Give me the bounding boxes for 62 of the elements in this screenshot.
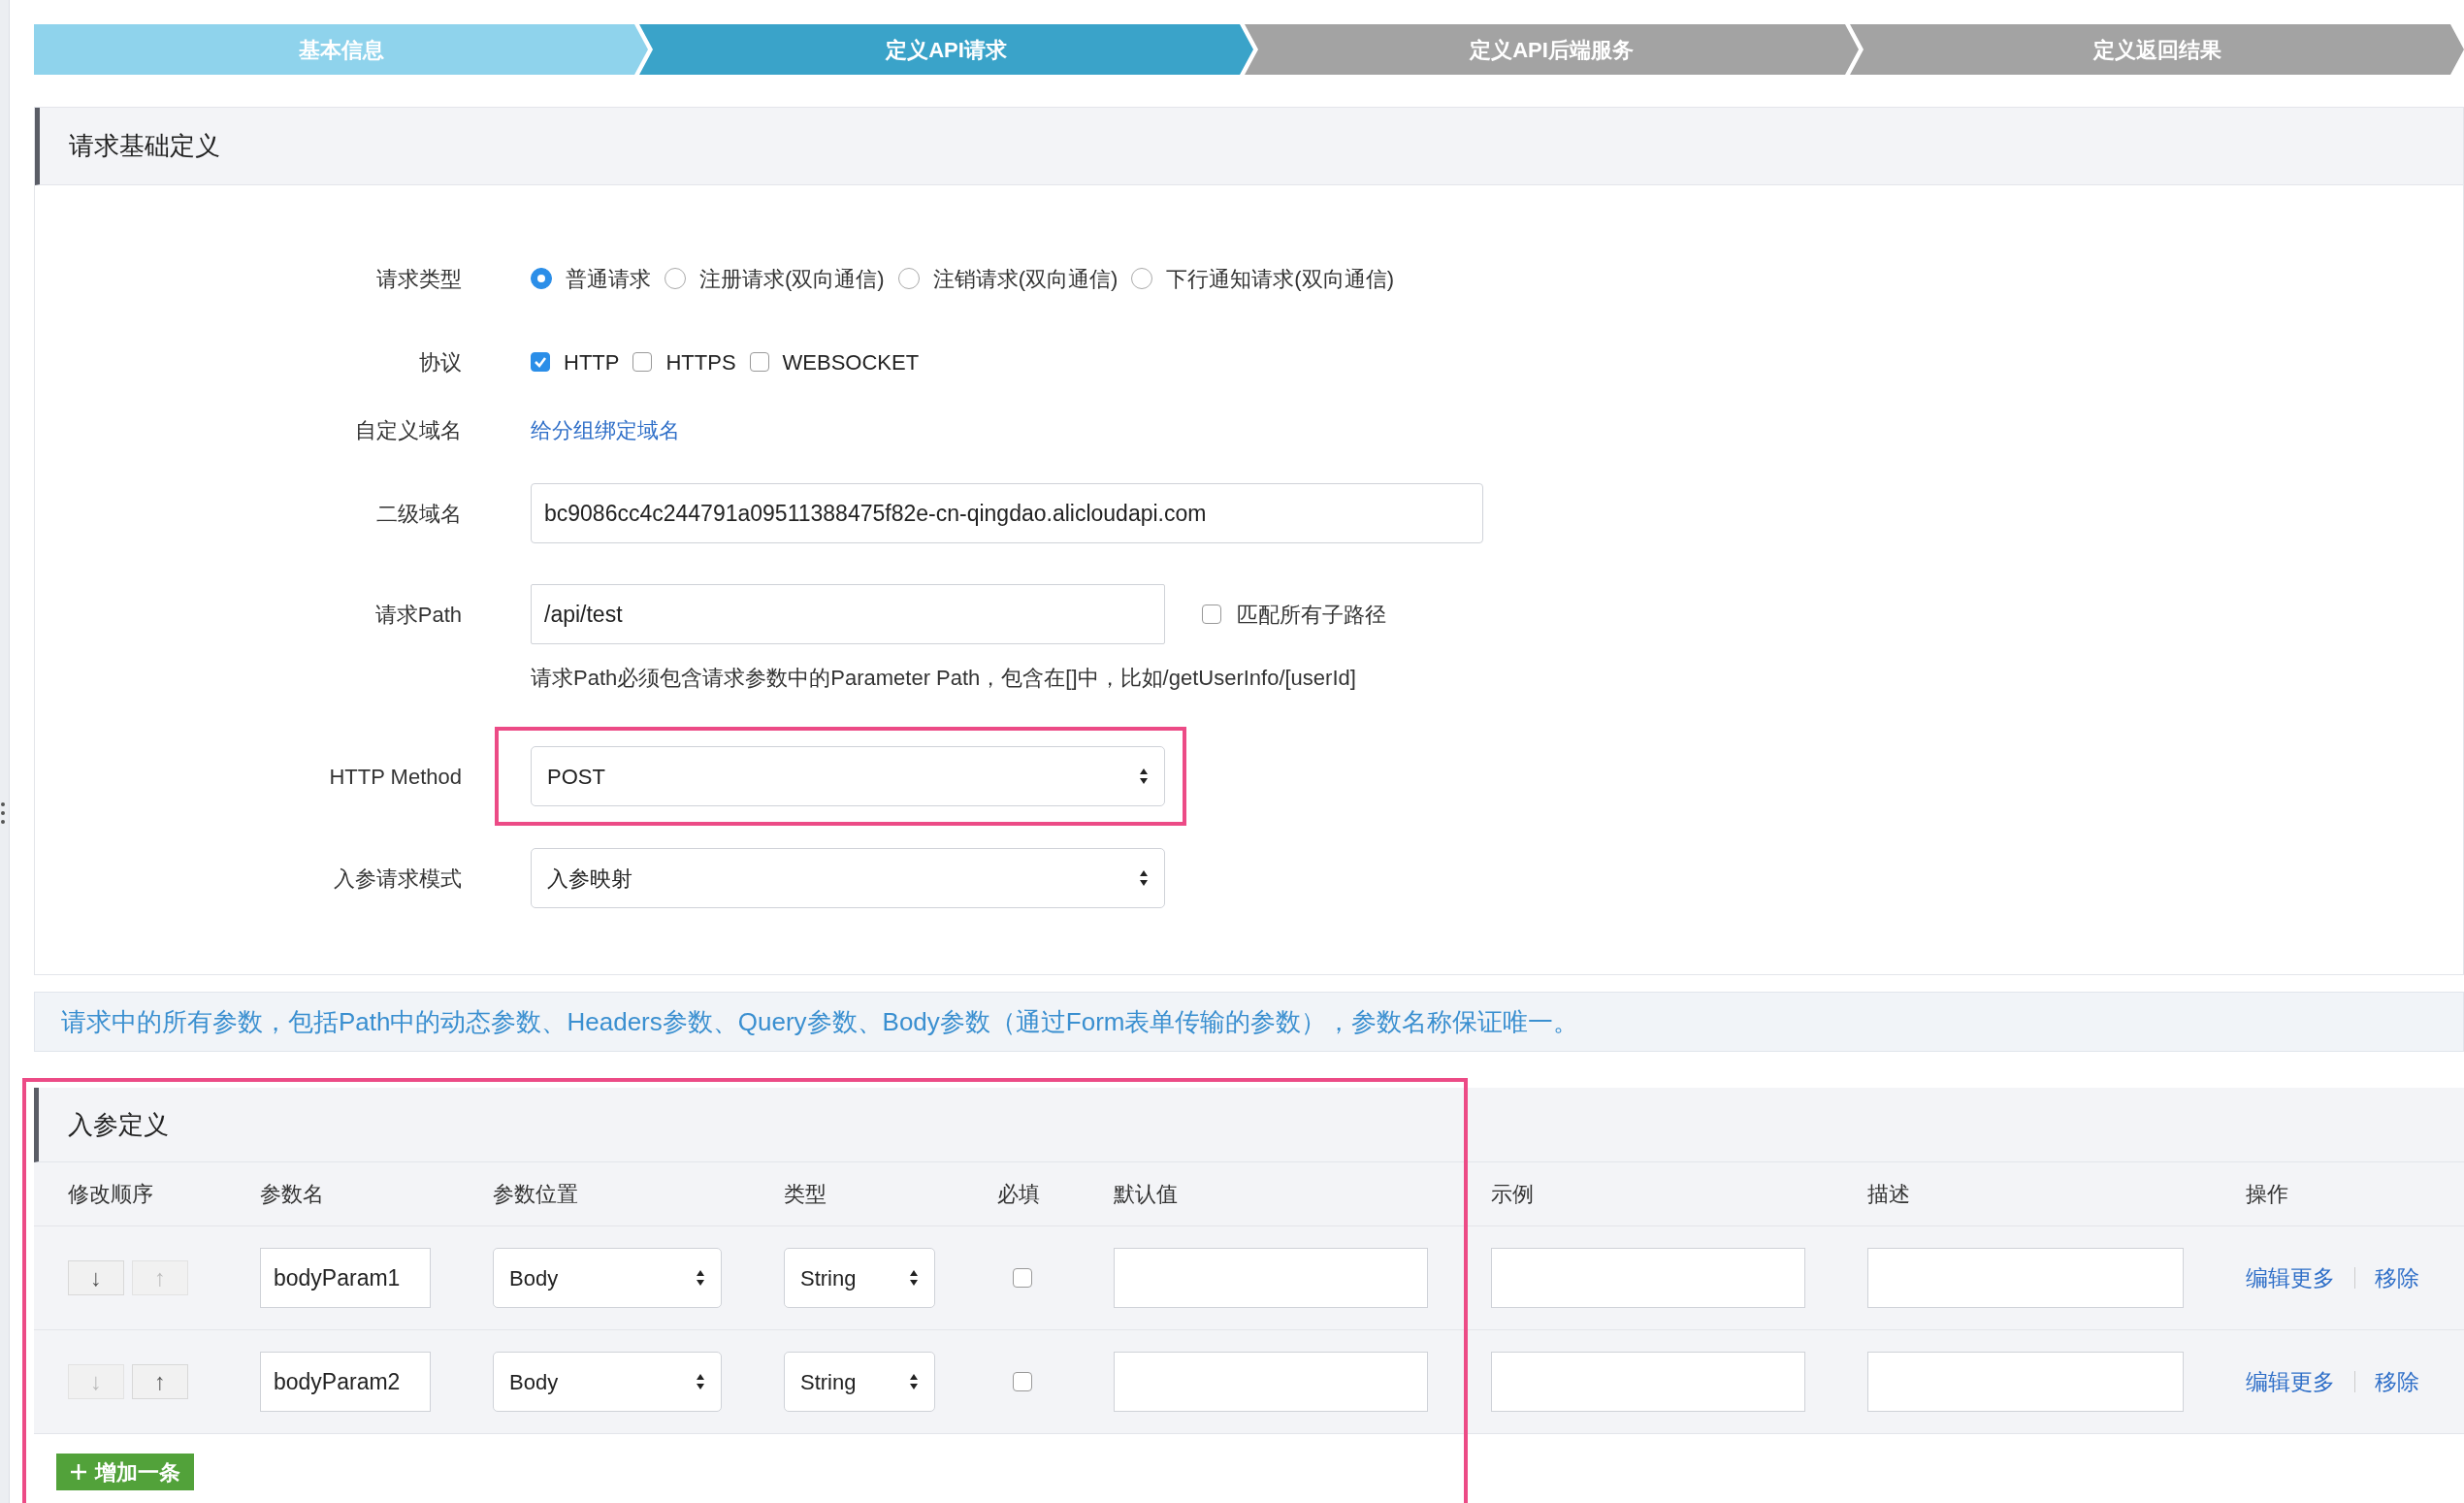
sort-arrows-icon [909,1269,919,1287]
sort-arrows-icon [1139,869,1149,887]
default-value-field[interactable] [1114,1248,1428,1308]
field-label: 入参请求模式 [333,865,462,893]
field-label: 请求类型 [375,265,462,293]
sort-arrows-icon [696,1373,705,1390]
default-value-field[interactable] [1114,1352,1428,1412]
type-select[interactable]: String [784,1352,935,1412]
param-mode-select[interactable]: 入参映射 [531,848,1165,908]
example-field[interactable] [1491,1352,1805,1412]
sort-arrows-icon [696,1269,705,1287]
param-name-field[interactable]: bodyParam1 [260,1248,431,1308]
path-hint: 请求Path必须包含请求参数中的Parameter Path，包含在[]中，比如/getUserInfo/[userId] [531,665,1357,692]
column-header: 类型 [784,1181,827,1208]
description-field[interactable] [1867,1352,2184,1412]
column-header: 默认值 [1114,1181,1179,1208]
radio-option[interactable]: 注销请求(双向通信) [897,262,1119,295]
plus-icon [70,1463,87,1481]
drag-handle-icon[interactable] [0,801,6,825]
path-field[interactable]: /api/test [531,584,1165,644]
required-checkbox[interactable] [1013,1372,1032,1391]
remove-link[interactable]: 移除 [2375,1260,2419,1295]
http-method-select[interactable]: POST [531,746,1165,806]
sort-arrows-icon [1139,768,1149,785]
field-label: 自定义域名 [354,416,462,444]
field-label: 协议 [418,348,462,376]
subdomain-field[interactable]: bc9086cc4c244791a09511388475f82e-cn-qingdao.alicloudapi.com [531,483,1483,543]
description-field[interactable] [1867,1248,2184,1308]
field-label: HTTP Method [328,763,462,791]
column-header: 参数名 [260,1181,325,1208]
field-label: 二级域名 [375,500,462,528]
info-banner: 请求中的所有参数，包括Path中的动态参数、Headers参数、Query参数、Body参数（通过Form表单传输的参数），参数名称保证唯一。 [34,992,2464,1052]
required-checkbox[interactable] [1013,1268,1032,1288]
column-header: 修改顺序 [68,1181,154,1208]
radio-option[interactable]: 注册请求(双向通信) [665,262,885,295]
check-icon [534,355,547,369]
example-field[interactable] [1491,1248,1805,1308]
type-select[interactable]: String [784,1248,935,1308]
move-up-button[interactable]: ↑ [132,1364,188,1399]
param-name-field[interactable]: bodyParam2 [260,1352,431,1412]
edit-more-link[interactable]: 编辑更多 [2246,1260,2335,1295]
section-title: 请求基础定义 [69,130,220,162]
checkbox-option[interactable]: WEBSOCKET [749,345,920,378]
move-down-button[interactable]: ↓ [68,1260,124,1295]
column-header: 必填 [997,1181,1041,1208]
edit-more-link[interactable]: 编辑更多 [2246,1364,2335,1399]
bind-domain-link[interactable]: 给分组绑定域名 [531,413,680,446]
checkbox-option[interactable]: 匹配所有子路径 [1202,598,1386,631]
radio-option[interactable]: 下行通知请求(双向通信) [1131,262,1394,295]
location-select[interactable]: Body [493,1248,722,1308]
column-header: 描述 [1867,1181,1911,1208]
radio-option[interactable]: 普通请求 [531,262,651,295]
location-select[interactable]: Body [493,1352,722,1412]
checkbox-option[interactable]: HTTP [531,345,620,378]
section-title: 入参定义 [68,1108,169,1141]
sort-arrows-icon [909,1373,919,1390]
remove-link[interactable]: 移除 [2375,1364,2419,1399]
field-label: 请求Path [373,601,462,629]
checkbox-option[interactable]: HTTPS [632,345,736,378]
column-header: 示例 [1491,1181,1535,1208]
column-header: 操作 [2246,1181,2289,1208]
column-header: 参数位置 [493,1181,579,1208]
